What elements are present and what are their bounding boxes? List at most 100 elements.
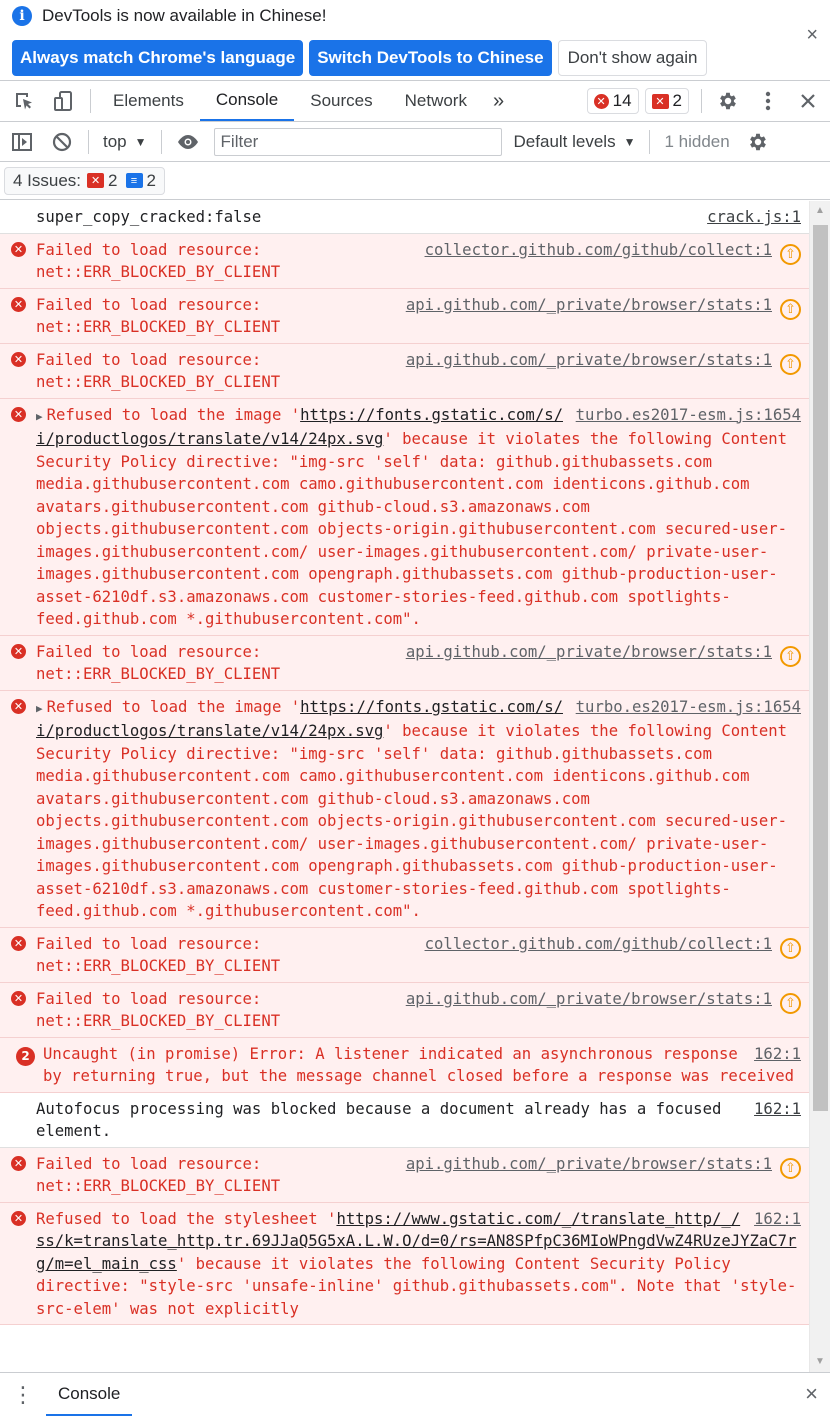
issues-button[interactable]: 4 Issues: ✕ 2 ≡ 2	[4, 166, 165, 195]
message-source-link[interactable]: turbo.es2017-esm.js:1654	[576, 696, 801, 719]
error-icon: ✕	[11, 990, 26, 1006]
device-toolbar-icon[interactable]	[44, 81, 84, 121]
console-error-message: ✕ api.github.com/_private/browser/stats:…	[0, 635, 809, 691]
issue-count-badge[interactable]: ✕ 2	[644, 88, 689, 114]
console-error-message: ✕ collector.github.com/github/collect:1 ⇧…	[0, 927, 809, 983]
message-source: collector.github.com/github/collect:1 ⇧	[425, 239, 801, 265]
console-scrollbar[interactable]: ▲ ▼	[809, 201, 830, 1372]
console-error-message: ✕ collector.github.com/github/collect:1 ⇧…	[0, 233, 809, 289]
switch-to-chinese-button[interactable]: Switch DevTools to Chinese	[309, 40, 552, 76]
message-source: api.github.com/_private/browser/stats:1 ⇧	[406, 1153, 801, 1179]
message-source-link[interactable]: crack.js:1	[707, 206, 801, 229]
drawer-close-icon[interactable]: ×	[805, 1381, 818, 1407]
expand-triangle-icon[interactable]: ▶	[36, 702, 43, 715]
message-source-link[interactable]: api.github.com/_private/browser/stats:1	[406, 643, 772, 661]
message-text-prefix: Refused to load the image '	[46, 405, 301, 424]
more-tabs-icon[interactable]: »	[483, 81, 514, 121]
filter-input[interactable]	[213, 127, 502, 156]
message-text: super_copy_cracked:false	[36, 208, 262, 226]
message-text: Failed to load resource: net::ERR_BLOCKE…	[36, 1154, 281, 1196]
tab-console[interactable]: Console	[199, 81, 295, 121]
divider	[649, 129, 651, 154]
message-source-link[interactable]: turbo.es2017-esm.js:1654	[576, 404, 801, 427]
error-count: 14	[612, 91, 632, 110]
message-source: api.github.com/_private/browser/stats:1 ⇧	[406, 988, 801, 1014]
request-blocked-icon[interactable]: ⇧	[780, 298, 801, 320]
show-sidebar-icon[interactable]	[2, 122, 42, 162]
message-source-link[interactable]: api.github.com/_private/browser/stats:1	[406, 351, 772, 369]
message-source-link[interactable]: api.github.com/_private/browser/stats:1	[406, 990, 772, 1008]
error-icon: ✕	[11, 698, 26, 714]
drawer-tabbar: ⋮ Console ×	[0, 1372, 830, 1423]
infobar-buttons: Always match Chrome's language Switch De…	[12, 40, 708, 76]
console-error-message: ✕ turbo.es2017-esm.js:1654 ▶ Refused to l…	[0, 690, 809, 928]
issue-error-icon: ✕	[651, 93, 669, 109]
live-expression-eye-icon[interactable]	[168, 122, 208, 162]
tab-sources[interactable]: Sources	[294, 81, 388, 121]
always-match-language-button[interactable]: Always match Chrome's language	[12, 40, 304, 76]
inspect-element-icon[interactable]	[4, 81, 44, 121]
message-text-prefix: Refused to load the image '	[46, 697, 301, 716]
expand-triangle-icon[interactable]: ▶	[36, 410, 43, 423]
error-icon: ✕	[11, 1210, 26, 1226]
console-settings-gear-icon[interactable]	[738, 122, 778, 162]
log-levels-label: Default levels	[513, 131, 616, 151]
scrollbar-thumb[interactable]	[813, 225, 828, 1111]
message-source-link[interactable]: 162:1	[754, 1208, 801, 1231]
infobar-message: DevTools is now available in Chinese!	[42, 6, 327, 25]
issue-error-count: 2	[108, 170, 118, 190]
dont-show-again-button[interactable]: Don't show again	[557, 40, 708, 76]
request-blocked-icon[interactable]: ⇧	[780, 937, 801, 959]
drawer-bottom-edge	[0, 1416, 830, 1423]
message-source-link[interactable]: api.github.com/_private/browser/stats:1	[406, 296, 772, 314]
console-error-message: ✕ api.github.com/_private/browser/stats:…	[0, 982, 809, 1038]
message-source: api.github.com/_private/browser/stats:1 ⇧	[406, 294, 801, 320]
drawer-menu-icon[interactable]: ⋮	[0, 1373, 46, 1417]
request-blocked-icon[interactable]: ⇧	[780, 645, 801, 667]
issue-info-icon: ≡	[125, 173, 143, 188]
tab-network[interactable]: Network	[389, 81, 483, 121]
error-icon: ✕	[11, 406, 26, 422]
main-tabbar: Elements Console Sources Network » ✕ 14 …	[0, 81, 830, 122]
message-source-link[interactable]: 162:1	[754, 1098, 801, 1121]
scroll-up-arrow-icon[interactable]: ▲	[810, 201, 830, 221]
request-blocked-icon[interactable]: ⇧	[780, 243, 801, 265]
message-source: api.github.com/_private/browser/stats:1 ⇧	[406, 349, 801, 375]
clear-console-icon[interactable]	[42, 122, 82, 162]
message-source-link[interactable]: 162:1	[754, 1043, 801, 1066]
error-icon: ✕	[593, 93, 609, 109]
issue-info-count: 2	[146, 170, 156, 190]
divider	[160, 129, 162, 154]
message-text: Failed to load resource: net::ERR_BLOCKE…	[36, 350, 281, 392]
log-levels-dropdown[interactable]: Default levels ▼	[506, 122, 644, 162]
message-source: collector.github.com/github/collect:1 ⇧	[425, 933, 801, 959]
console-message: crack.js:1 super_copy_cracked:false	[0, 201, 809, 234]
tab-elements[interactable]: Elements	[97, 81, 200, 121]
error-count-badge[interactable]: ✕ 14	[586, 88, 639, 114]
message-text-body: ' because it violates the following Cont…	[36, 722, 788, 920]
more-options-icon[interactable]	[748, 81, 788, 121]
message-text: Failed to load resource: net::ERR_BLOCKE…	[36, 642, 281, 684]
request-blocked-icon[interactable]: ⇧	[780, 353, 801, 375]
message-text: Failed to load resource: net::ERR_BLOCKE…	[36, 934, 281, 976]
error-icon: ✕	[11, 1155, 26, 1171]
context-selector[interactable]: top ▼	[95, 122, 155, 162]
divider	[90, 89, 91, 113]
message-text: Failed to load resource: net::ERR_BLOCKE…	[36, 989, 281, 1031]
message-source-link[interactable]: api.github.com/_private/browser/stats:1	[406, 1155, 772, 1173]
message-text: Failed to load resource: net::ERR_BLOCKE…	[36, 295, 281, 337]
console-error-message: ✕ api.github.com/_private/browser/stats:…	[0, 343, 809, 399]
request-blocked-icon[interactable]: ⇧	[780, 992, 801, 1014]
infobar-close-icon[interactable]: ×	[806, 24, 818, 47]
scroll-down-arrow-icon[interactable]: ▼	[810, 1352, 830, 1372]
message-source-link[interactable]: collector.github.com/github/collect:1	[425, 241, 772, 259]
close-devtools-icon[interactable]	[788, 81, 828, 121]
request-blocked-icon[interactable]: ⇧	[780, 1157, 801, 1179]
message-source-link[interactable]: collector.github.com/github/collect:1	[425, 935, 772, 953]
error-icon: ✕	[11, 296, 26, 312]
issue-count: 2	[672, 91, 682, 110]
console-error-message: ✕ api.github.com/_private/browser/stats:…	[0, 288, 809, 344]
settings-gear-icon[interactable]	[708, 81, 748, 121]
message-text: Autofocus processing was blocked because…	[36, 1099, 722, 1141]
drawer-tab-console[interactable]: Console	[46, 1373, 133, 1417]
